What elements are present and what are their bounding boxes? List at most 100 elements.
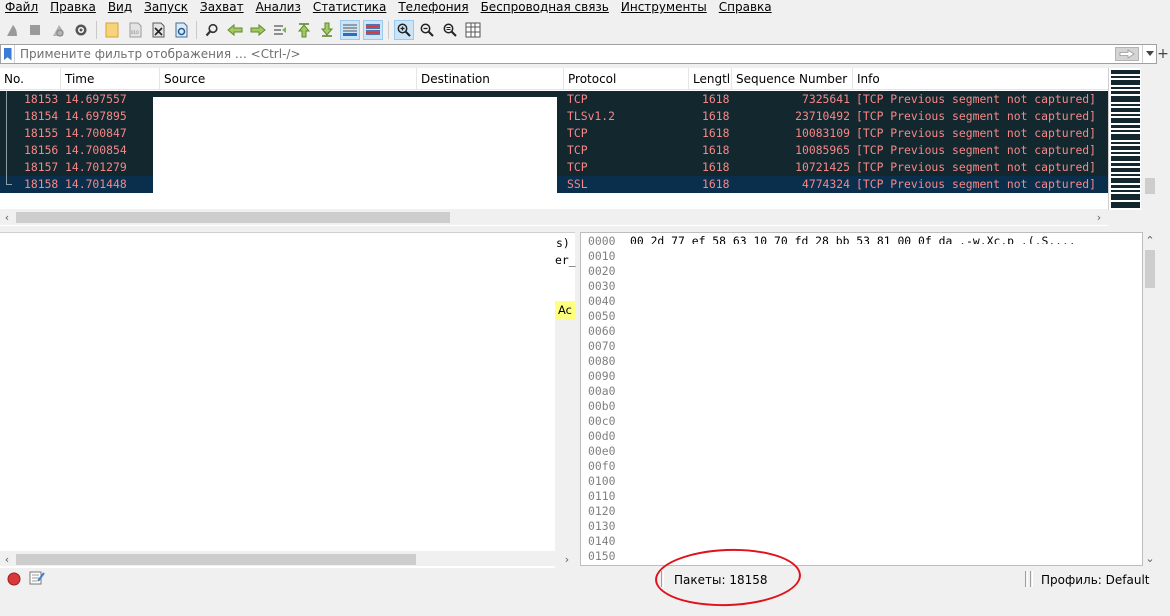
packet-time: 14.701279 xyxy=(65,160,127,174)
minimap-mark xyxy=(1111,185,1140,188)
packet-details-pane[interactable]: s) er_ Ac xyxy=(0,232,576,569)
menu-help[interactable]: Справка xyxy=(713,0,778,15)
bytes-vscrollbar[interactable]: ⌃ ⌄ xyxy=(1143,232,1157,566)
menu-file[interactable]: Файл xyxy=(0,0,44,15)
autoscroll-button[interactable] xyxy=(340,20,360,40)
column-header-time[interactable]: Time xyxy=(61,68,160,90)
column-header-info[interactable]: Info xyxy=(853,68,1108,90)
column-header-no[interactable]: No. xyxy=(0,68,61,90)
offset-label: 00e0 xyxy=(588,444,616,458)
packet-info: [TCP Previous segment not captured] xyxy=(856,126,1097,140)
menu-edit[interactable]: Правка xyxy=(44,0,102,15)
packet-list-hscrollbar[interactable]: ‹ › xyxy=(0,209,1108,225)
details-hscrollbar[interactable]: ‹ › xyxy=(0,551,575,566)
profile-label[interactable]: Профиль: Default xyxy=(1041,568,1150,592)
scroll-left-icon[interactable]: ‹ xyxy=(0,551,14,567)
scroll-up-icon[interactable]: ⌃ xyxy=(1143,232,1157,248)
packet-time: 14.701448 xyxy=(65,177,127,191)
offset-label: 00f0 xyxy=(588,459,616,473)
column-header-protocol[interactable]: Protocol xyxy=(564,68,689,90)
go-first-packet-icon xyxy=(297,23,311,38)
bookmark-icon xyxy=(3,47,12,61)
open-file-button[interactable] xyxy=(102,20,122,40)
packet-info: [TCP Previous segment not captured] xyxy=(856,143,1097,157)
colorize-button[interactable] xyxy=(363,20,383,40)
go-first-packet-button[interactable] xyxy=(294,20,314,40)
autoscroll-icon xyxy=(343,24,357,36)
menu-capture[interactable]: Захват xyxy=(194,0,250,15)
go-back-button[interactable] xyxy=(225,20,245,40)
packet-time: 14.700847 xyxy=(65,126,127,140)
find-packet-button[interactable] xyxy=(202,20,222,40)
menu-tools[interactable]: Инструменты xyxy=(615,0,713,15)
offset-label: 0130 xyxy=(588,519,616,533)
filter-history-dropdown[interactable] xyxy=(1142,45,1156,63)
edit-comment-icon[interactable] xyxy=(29,571,45,585)
scrollbar-thumb[interactable] xyxy=(16,554,416,565)
packet-list-vscrollbar[interactable] xyxy=(1143,68,1157,210)
scrollbar-thumb[interactable] xyxy=(1145,250,1155,288)
scroll-right-icon[interactable]: › xyxy=(560,551,574,567)
detail-highlighted-field[interactable]: Ac xyxy=(555,301,575,319)
minimap-mark xyxy=(1111,108,1140,112)
add-filter-button[interactable]: + xyxy=(1156,44,1170,64)
packet-time: 14.700854 xyxy=(65,143,127,157)
packet-protocol: TCP xyxy=(567,160,588,174)
menu-statistics[interactable]: Статистика xyxy=(307,0,393,15)
tree-connector xyxy=(6,159,7,176)
svg-text:010: 010 xyxy=(131,30,139,35)
zoom-normal-button[interactable] xyxy=(440,20,460,40)
reload-file-button[interactable] xyxy=(171,20,191,40)
scroll-right-icon[interactable]: › xyxy=(1092,209,1106,225)
packet-time: 14.697895 xyxy=(65,109,127,123)
column-header-length[interactable]: Lengtl xyxy=(689,68,732,90)
column-header-source[interactable]: Source xyxy=(160,68,417,90)
menu-view[interactable]: Вид xyxy=(102,0,138,15)
zoom-in-button[interactable] xyxy=(394,20,414,40)
go-to-packet-button[interactable] xyxy=(271,20,291,40)
start-capture-button[interactable] xyxy=(2,20,22,40)
menu-telephony[interactable]: Телефония xyxy=(392,0,474,15)
capture-options-button[interactable] xyxy=(71,20,91,40)
minimap-mark xyxy=(1111,87,1140,89)
stop-square-icon xyxy=(30,25,40,35)
minimap-mark xyxy=(1111,194,1140,200)
go-forward-button[interactable] xyxy=(248,20,268,40)
resize-columns-button[interactable] xyxy=(463,20,483,40)
scrollbar-thumb[interactable] xyxy=(16,212,450,223)
filter-bookmark-button[interactable] xyxy=(1,45,15,63)
save-file-icon: 010 xyxy=(129,22,142,38)
scrollbar-thumb[interactable] xyxy=(1145,178,1155,194)
scroll-down-icon[interactable]: ⌄ xyxy=(1143,550,1157,566)
menu-wireless[interactable]: Беспроводная связь xyxy=(475,0,615,15)
column-header-destination[interactable]: Destination xyxy=(417,68,564,90)
go-last-packet-button[interactable] xyxy=(317,20,337,40)
offset-label: 0110 xyxy=(588,489,616,503)
scroll-left-icon[interactable]: ‹ xyxy=(0,209,14,225)
packet-length: 1618 xyxy=(702,143,730,157)
packet-seq: 10083109 xyxy=(795,126,850,140)
packet-minimap[interactable] xyxy=(1108,68,1141,210)
column-header-sequence-number[interactable]: Sequence Number xyxy=(732,68,853,90)
offset-label: 0120 xyxy=(588,504,616,518)
minimap-mark xyxy=(1111,91,1140,94)
zoom-out-icon xyxy=(420,23,434,37)
display-filter-input[interactable] xyxy=(15,45,1115,63)
minimap-mark xyxy=(1111,104,1140,106)
minimap-mark xyxy=(1111,80,1140,85)
go-to-packet-icon xyxy=(274,25,286,35)
menu-analyze[interactable]: Анализ xyxy=(250,0,307,15)
restart-capture-button[interactable] xyxy=(48,20,68,40)
capture-status-red-dot-icon[interactable] xyxy=(7,572,21,586)
offset-label: 0060 xyxy=(588,324,616,338)
save-file-button[interactable]: 010 xyxy=(125,20,145,40)
zoom-out-button[interactable] xyxy=(417,20,437,40)
close-file-button[interactable] xyxy=(148,20,168,40)
apply-filter-button[interactable] xyxy=(1115,47,1139,61)
minimap-mark xyxy=(1111,178,1140,183)
menu-go[interactable]: Запуск xyxy=(138,0,194,15)
stop-capture-button[interactable] xyxy=(25,20,45,40)
minimap-mark xyxy=(1111,125,1140,128)
offset-label: 0070 xyxy=(588,339,616,353)
packet-bytes-pane[interactable]: 00 2d 77 ef 58 63 10 70 fd 28 bb 53 81 0… xyxy=(580,232,1143,566)
